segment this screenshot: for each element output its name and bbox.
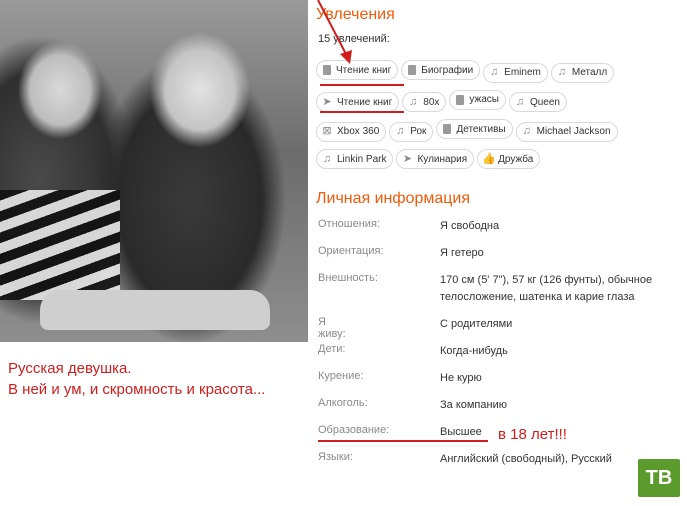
- book-icon: [443, 124, 452, 134]
- annotation-arrow: [317, 0, 352, 64]
- hobby-tag[interactable]: ужасы: [449, 89, 506, 110]
- hobby-tag[interactable]: Биографии: [401, 60, 481, 80]
- underline-reading-1: [320, 84, 404, 86]
- arrow-shaft: [317, 0, 349, 59]
- info-value: Английский (свободный), Русский: [440, 453, 612, 465]
- music-icon: ♫: [490, 66, 499, 78]
- hobby-tag[interactable]: ♫ 80х: [402, 92, 447, 112]
- info-label: Я живу:: [318, 316, 346, 340]
- hobby-tags: Чтение книг Биографии ♫ Eminem ♫ Металл ➤ Чтен…: [316, 60, 646, 176]
- hobby-tag[interactable]: ♫ Linkin Park: [316, 149, 394, 169]
- info-label: Отношения:: [318, 218, 380, 230]
- music-icon: ♫: [322, 152, 332, 165]
- hobby-tag[interactable]: Детективы: [436, 119, 513, 139]
- hobby-tag[interactable]: ♫ Michael Jackson: [515, 121, 618, 142]
- music-icon: ♫: [522, 125, 531, 137]
- underline-reading-2: [320, 111, 404, 113]
- info-label: Курение:: [318, 370, 364, 382]
- profile-photo: [0, 0, 308, 342]
- info-label: Ориентация:: [318, 245, 384, 257]
- info-value: Не курю: [440, 372, 482, 384]
- book-icon: [456, 94, 465, 105]
- info-value: Я свободна: [440, 220, 500, 232]
- arrow-head: [340, 50, 352, 64]
- info-value: С родителями: [440, 318, 513, 330]
- hobby-tag[interactable]: ♫ Eminem: [483, 62, 548, 83]
- music-icon: ♫: [396, 125, 405, 137]
- hobby-tag[interactable]: ➤ Чтение книг: [316, 92, 400, 112]
- hobby-tag[interactable]: ♫ Металл: [550, 62, 615, 83]
- info-value: Я гетеро: [440, 247, 484, 259]
- info-value: 170 см (5' 7"), 57 кг (126 фунты), обычн…: [440, 274, 653, 303]
- hobby-tag[interactable]: ♫ Рок: [389, 121, 434, 142]
- music-icon: ♫: [557, 66, 566, 78]
- striped-shirt: [0, 190, 120, 300]
- gamepad-icon: ⊠: [322, 125, 332, 137]
- info-label: Внешность:: [318, 272, 378, 284]
- plane-icon: ➤: [322, 95, 332, 108]
- caption-line-2: В ней и ум, и скромность и красота...: [8, 381, 266, 398]
- info-value: Когда-нибудь: [440, 345, 508, 357]
- hobby-tag[interactable]: ⊠ Xbox 360: [316, 121, 387, 142]
- annotation-caption: Русская девушка. В ней и ум, и скромност…: [8, 358, 308, 400]
- education-annotation: в 18 лет!!!: [498, 426, 567, 443]
- thumbs-up-icon: 👍: [482, 152, 496, 165]
- underline-education: [318, 440, 488, 442]
- book-icon: [408, 65, 417, 75]
- music-icon: ♫: [409, 95, 418, 108]
- info-label: Языки:: [318, 451, 353, 463]
- music-icon: ♫: [515, 95, 525, 108]
- info-label: Алкоголь:: [318, 397, 368, 409]
- arm: [40, 290, 270, 330]
- personal-info-title: Личная информация: [316, 190, 471, 207]
- watermark-logo: ТВ: [638, 459, 680, 497]
- info-value: За компанию: [440, 399, 507, 411]
- caption-line-1: Русская девушка.: [8, 360, 132, 377]
- info-label: Образование:: [318, 424, 390, 436]
- info-label: Дети:: [318, 343, 346, 355]
- hobby-tag[interactable]: 👍 Дружба: [477, 149, 541, 169]
- hobby-tag[interactable]: ➤ Кулинария: [396, 149, 475, 169]
- hobby-tag[interactable]: ♫ Queen: [508, 92, 567, 112]
- plane-icon: ➤: [402, 152, 413, 165]
